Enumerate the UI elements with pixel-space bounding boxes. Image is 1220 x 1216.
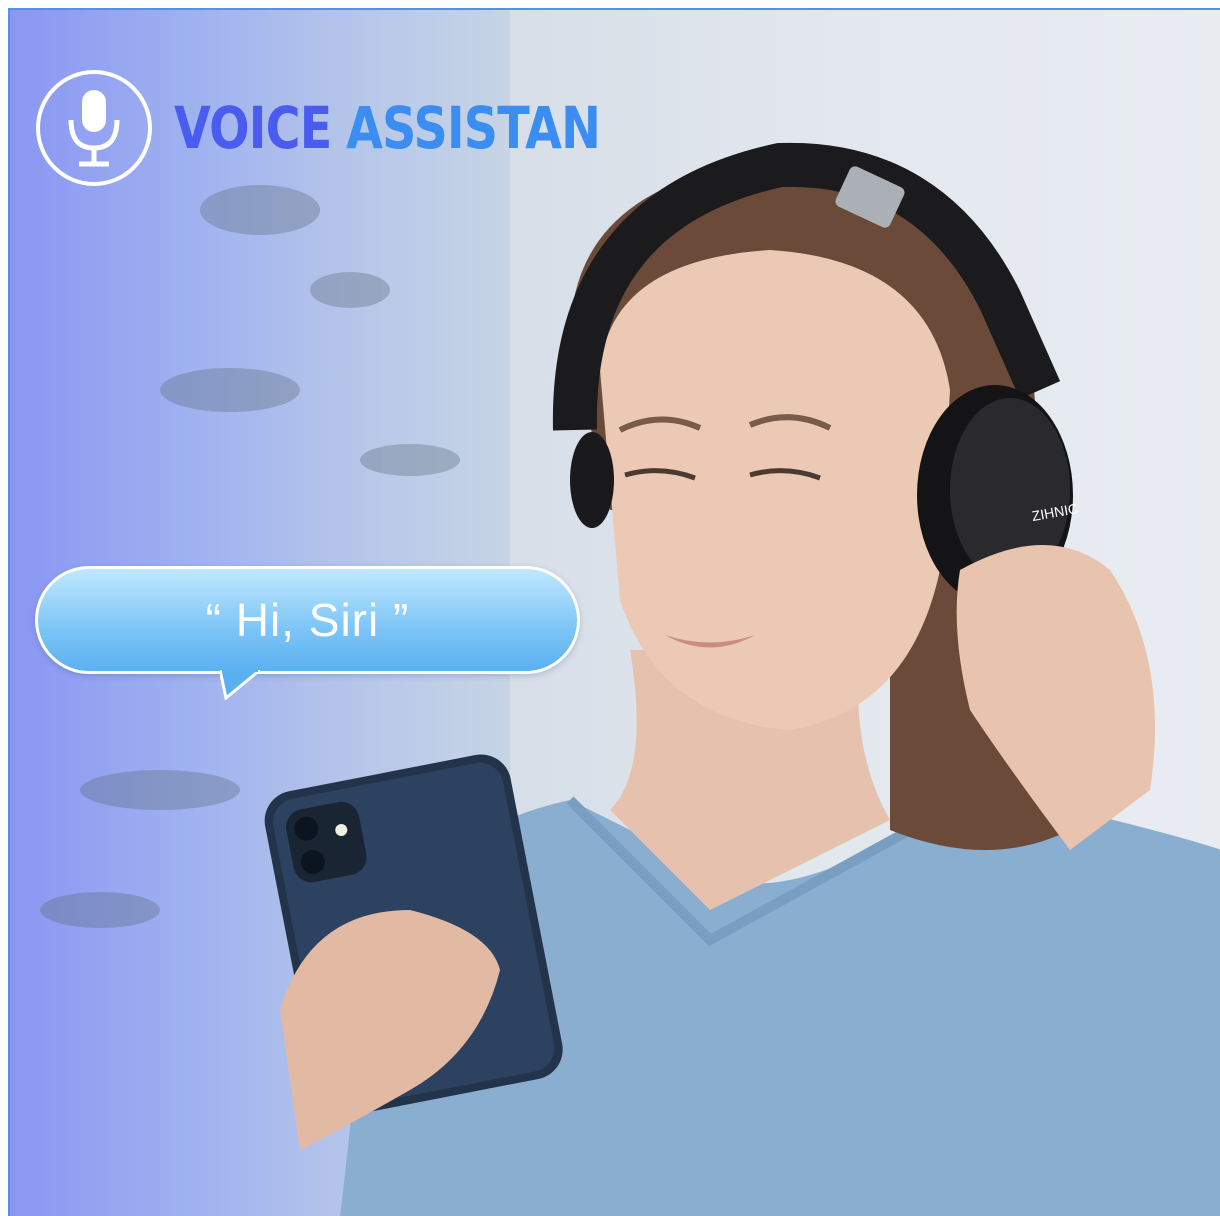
microphone-badge — [36, 70, 152, 186]
speech-bubble: “ Hi, Siri ” — [35, 566, 580, 674]
headline-word-assistant: ASSISTAN — [346, 94, 601, 162]
speech-bubble-text: “ Hi, Siri ” — [205, 594, 410, 646]
headline-word-voice: VOICE — [174, 94, 332, 162]
speech-bubble-tail — [220, 670, 260, 700]
feature-title: VOICE ASSISTAN — [36, 70, 694, 186]
headline: VOICE ASSISTAN — [174, 94, 601, 162]
microphone-icon — [68, 90, 120, 167]
product-image: ZIHNIC VOICE ASSISTAN “ Hi, Siri ” — [8, 8, 1220, 1216]
